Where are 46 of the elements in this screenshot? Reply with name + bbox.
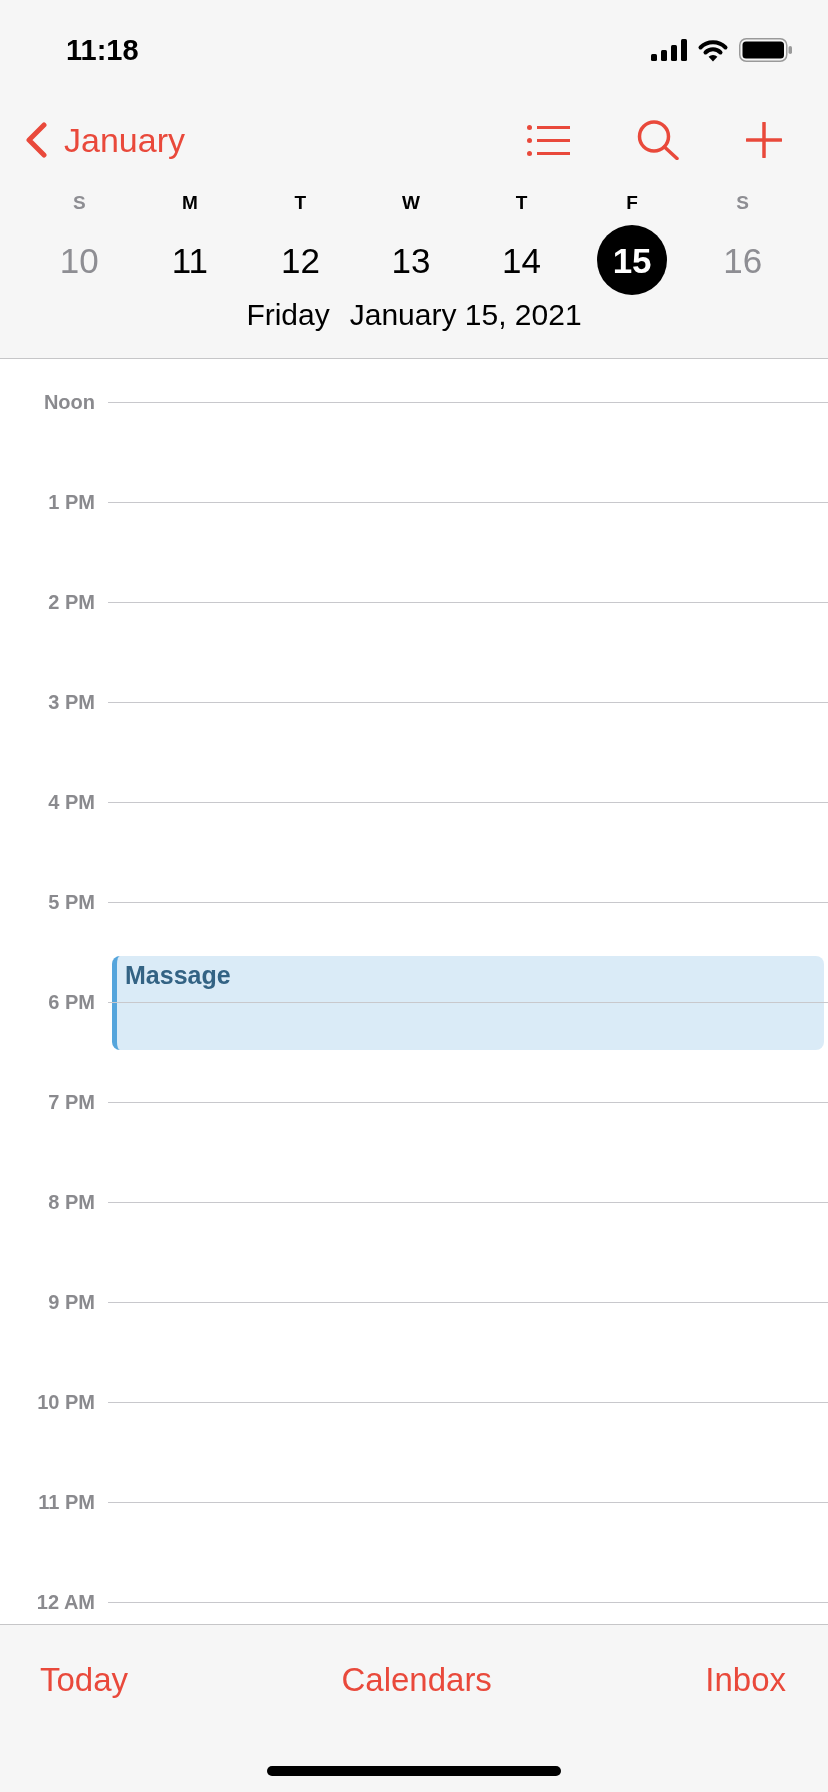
wifi-icon [697,38,729,62]
weekday-label: T [515,192,528,212]
weekday-label: W [402,192,420,212]
day-button[interactable]: 14 [486,225,557,295]
battery-icon [739,38,792,62]
date-text: January 15, 2021 [349,300,582,330]
hour-label: Noon [42,392,95,412]
day-button[interactable]: 10 [44,225,115,295]
weekday-label: T [294,192,307,212]
day-button[interactable]: 12 [265,225,336,295]
chevron-icon [25,122,48,158]
list-icon [527,124,570,156]
day-button[interactable]: 11 [154,225,225,295]
hour-label: 10 PM [36,1392,95,1412]
add-button[interactable] [746,122,782,158]
day-button[interactable]: 15 [597,225,668,295]
hour-label: 8 PM [47,1192,95,1212]
list-button[interactable] [527,124,570,156]
search-icon [637,120,679,160]
weekday-label: F [626,192,638,212]
event-title: Massage [125,961,231,989]
hour-label: 7 PM [47,1092,95,1112]
signal-icon [651,39,687,61]
weekday-label: M [181,192,198,212]
back-button[interactable]: January [25,119,185,161]
hour-label: 3 PM [47,692,95,712]
hour-label: 5 PM [47,892,95,912]
hour-label: 9 PM [47,1292,95,1312]
toolbar-button[interactable]: Inbox [705,1659,786,1700]
hour-label: 6 PM [47,992,95,1012]
weekday-text: Friday [246,300,330,330]
hour-label: 1 PM [47,492,95,512]
weekday-label: S [72,192,86,212]
hour-label: 11 PM [37,1492,95,1512]
event-block[interactable]: Massage [112,956,824,1050]
status-time: 11:18 [66,35,139,65]
search-button[interactable] [637,120,679,160]
plus-icon [746,122,782,158]
toolbar-button[interactable]: Calendars [341,1659,492,1700]
hour-label: 4 PM [47,792,95,812]
hour-label: 2 PM [47,592,95,612]
weekday-label: S [736,192,750,212]
toolbar-button[interactable]: Today [40,1659,129,1700]
day-button[interactable]: 13 [376,225,446,295]
hour-label: 12 AM [35,1592,95,1612]
day-button[interactable]: 16 [707,225,778,295]
